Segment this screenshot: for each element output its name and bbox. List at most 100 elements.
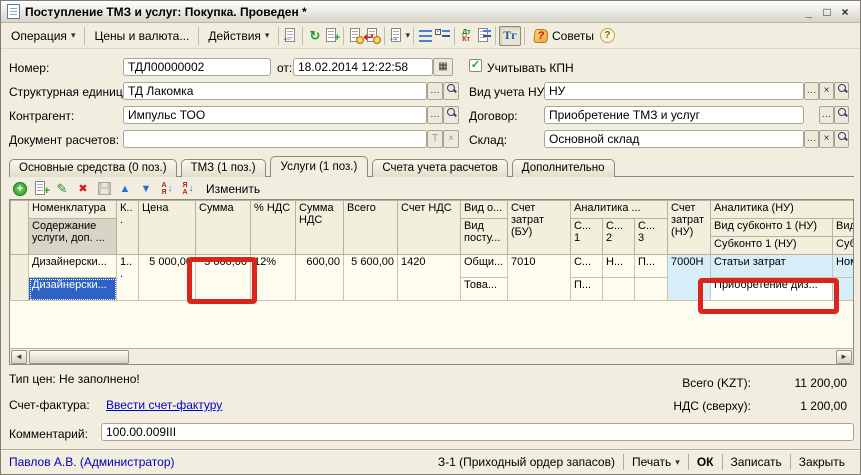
nu-kind-input[interactable] [544,82,804,100]
copy-row-button[interactable]: + [32,180,50,197]
contract-lookup-icon[interactable] [834,106,849,124]
kpn-checkbox[interactable]: ✓ [469,59,482,72]
total-label: Всего (KZT): [631,376,751,390]
nu-kind-select-button[interactable]: … [804,82,819,100]
row-marker[interactable] [11,255,29,301]
prices-currency-button[interactable]: Цены и валюта... [88,26,195,46]
ok-button[interactable]: ОК [690,453,721,471]
save-button[interactable] [95,180,113,197]
col-header-s1: С... 1 [571,219,603,255]
contract-select-button[interactable]: … [819,106,834,124]
add-row-button[interactable]: + [11,180,29,197]
recalculate-icon[interactable]: ↻ [306,27,323,44]
maximize-button[interactable]: □ [818,5,836,19]
vat-total-label: НДС (сверху): [631,399,751,413]
cell-s3-line2[interactable] [635,278,668,301]
tab-services[interactable]: Услуги (1 поз.) [270,156,369,177]
settlement-doc-text-button[interactable]: Т [427,130,443,148]
counterparty-select-button[interactable]: … [427,106,443,124]
cell-content-selected[interactable]: Дизайнерски... [29,278,117,301]
cell-subkonto-kind1[interactable]: Статьи затрат [711,255,833,278]
operation-menu-button[interactable]: Операция ▾ [5,26,81,46]
print-button[interactable]: Печать ▾ [625,453,687,471]
warehouse-select-button[interactable]: … [804,130,819,148]
settlement-doc-clear-button[interactable]: × [443,130,459,148]
close-button[interactable]: × [836,5,854,19]
settlement-doc-input[interactable] [123,130,427,148]
separator [790,454,791,470]
document-window: Поступление ТМЗ и услуг: Покупка. Провед… [0,0,861,475]
report-icon[interactable] [475,27,492,44]
cell-s2[interactable]: Н... [603,255,635,278]
sort-ascending-button[interactable]: АЯ ↓ [158,180,176,197]
help-icon[interactable]: ? [600,28,615,43]
structural-unit-select-button[interactable]: … [427,82,443,100]
checklist-icon[interactable] [434,27,451,44]
print-form-button[interactable]: З-1 (Приходный ордер запасов) [431,453,622,471]
cell-vat-percent[interactable]: 12% [251,255,296,301]
cell-s1[interactable]: С... [571,255,603,278]
cell-s2-line2[interactable] [603,278,635,301]
settlement-doc-label: Документ расчетов: [9,133,119,147]
enter-invoice-link[interactable]: Ввести счет-фактуру [106,398,222,412]
copy-document-icon[interactable]: + [323,27,340,44]
delete-row-button[interactable]: ✖ [74,180,92,197]
cell-subkonto-kind2[interactable]: Ном [833,255,854,278]
tab-additional[interactable]: Дополнительно [512,159,615,177]
dtkt-postings-icon[interactable]: ДтКт [458,27,475,44]
warehouse-input[interactable] [544,130,804,148]
refill-document-icon[interactable]: ← [282,27,299,44]
comment-input[interactable] [101,423,854,441]
calendar-picker-icon[interactable]: ▦ [433,58,453,76]
cell-vat-account[interactable]: 1420 [398,255,461,301]
cell-kind-receipt[interactable]: Това... [461,278,508,301]
close-form-button[interactable]: Закрыть [792,453,852,471]
save-record-button[interactable]: Записать [724,453,789,471]
scroll-left-icon[interactable]: ◄ [11,350,27,364]
titlebar: Поступление ТМЗ и услуг: Покупка. Провед… [1,1,860,23]
move-row-up-button[interactable]: ▲ [116,180,134,197]
edit-row-button[interactable]: ✎ [53,180,71,197]
nu-kind-clear-button[interactable]: × [819,82,834,100]
tg-toggle-button[interactable]: Тг [499,26,521,46]
actions-menu-button[interactable]: Действия ▾ [202,26,275,46]
counterparty-lookup-icon[interactable] [443,106,459,124]
tab-fixed-assets[interactable]: Основные средства (0 поз.) [9,159,177,177]
cell-total[interactable]: 5 600,00 [344,255,398,301]
edit-cell-button[interactable]: Изменить [206,182,260,196]
minimize-button[interactable]: _ [800,5,818,19]
goto-icon[interactable]: → [388,27,405,44]
cell-quantity[interactable]: 1... [117,255,139,301]
advice-button[interactable]: ? Советы [528,26,600,46]
nu-kind-lookup-icon[interactable] [834,82,849,100]
cell-nomenclature[interactable]: Дизайнерски... [29,255,117,278]
cell-kind[interactable]: Общи... [461,255,508,278]
warehouse-lookup-icon[interactable] [834,130,849,148]
scroll-right-icon[interactable]: ► [836,350,852,364]
date-input[interactable] [293,58,433,76]
cell-vat-sum[interactable]: 600,00 [296,255,344,301]
chevron-down-icon[interactable]: ▾ [405,30,410,41]
scrollbar-thumb[interactable] [29,350,129,364]
cell-s3[interactable]: П... [635,255,668,278]
structural-unit-input[interactable] [123,82,427,100]
structural-unit-lookup-icon[interactable] [443,82,459,100]
warehouse-clear-button[interactable]: × [819,130,834,148]
horizontal-scrollbar[interactable]: ◄ ► [10,348,853,364]
col-header-analytics-nu: Аналитика (НУ) [711,201,854,219]
unpost-document-icon[interactable]: ↩ [364,27,381,44]
magnifier-icon [446,107,456,117]
move-row-down-button[interactable]: ▼ [137,180,155,197]
sort-descending-button[interactable]: ЯА ↓ [179,180,197,197]
number-input[interactable] [123,58,271,76]
separator [623,454,624,470]
cell-cost-account-bu[interactable]: 7010 [508,255,571,301]
post-document-icon[interactable] [347,27,364,44]
contract-input[interactable] [544,106,804,124]
cell-s1-line2[interactable]: П... [571,278,603,301]
tab-tmz[interactable]: ТМЗ (1 поз.) [181,159,266,177]
tab-settlement-accounts[interactable]: Счета учета расчетов [372,159,507,177]
col-header-vat-percent: % НДС [251,201,296,255]
document-structure-icon[interactable] [417,27,434,44]
counterparty-input[interactable] [123,106,427,124]
